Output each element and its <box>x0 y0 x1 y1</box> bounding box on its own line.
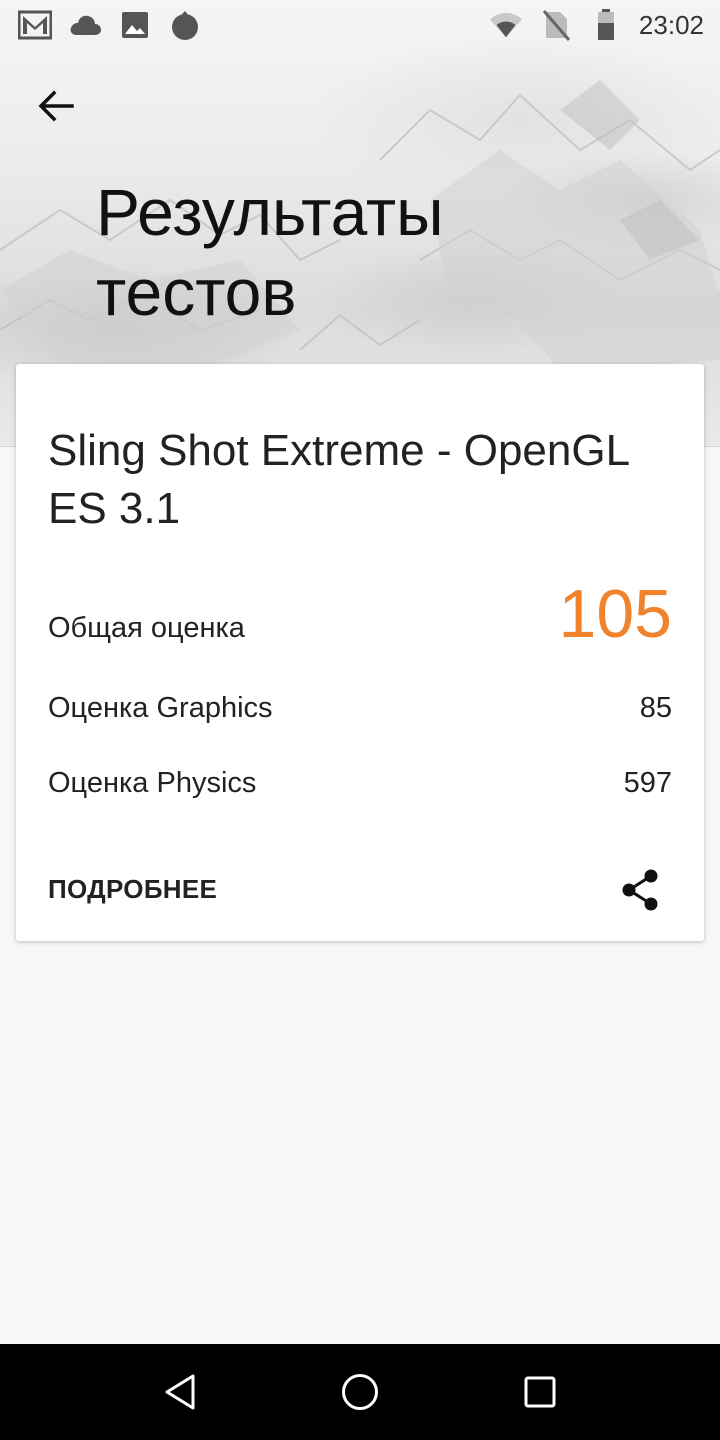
recents-square-icon <box>524 1376 556 1408</box>
no-sim-icon <box>539 8 573 42</box>
status-time: 23:02 <box>638 9 704 40</box>
battery-icon <box>589 8 623 42</box>
nav-recents-button[interactable] <box>516 1368 564 1416</box>
page-title: Результаты тестов <box>96 172 616 332</box>
nav-back-button[interactable] <box>156 1368 204 1416</box>
wifi-icon <box>489 8 523 42</box>
home-circle-icon <box>342 1374 378 1410</box>
physics-score-row: Оценка Physics 597 <box>48 767 672 800</box>
nav-home-button[interactable] <box>336 1368 384 1416</box>
overall-score-label: Общая оценка <box>48 612 245 644</box>
test-name: Sling Shot Extreme - OpenGL ES 3.1 <box>48 426 629 533</box>
navigation-bar <box>0 1344 720 1440</box>
more-details-button[interactable]: ПОДРОБНЕЕ <box>48 874 217 905</box>
physics-score-value: 597 <box>623 767 672 799</box>
graphics-score-value: 85 <box>639 692 672 724</box>
gmail-icon <box>18 8 52 42</box>
page-title-line1: Результаты <box>96 175 444 249</box>
graphics-score-label: Оценка Graphics <box>48 692 273 724</box>
status-bar: 23:02 <box>0 0 720 50</box>
flame-icon <box>168 8 202 42</box>
cloud-icon <box>68 8 102 42</box>
overall-score-value: 105 <box>558 576 672 652</box>
arrow-back-icon <box>38 90 74 122</box>
back-triangle-icon <box>165 1374 195 1410</box>
image-icon <box>118 8 152 42</box>
back-button[interactable] <box>30 80 82 132</box>
physics-score-label: Оценка Physics <box>48 767 257 799</box>
share-button[interactable] <box>616 866 664 914</box>
graphics-score-row: Оценка Graphics 85 <box>48 692 672 725</box>
overall-score-row: Общая оценка 105 <box>48 576 672 652</box>
result-card: Sling Shot Extreme - OpenGL ES 3.1 Общая… <box>16 364 704 941</box>
page-title-line2: тестов <box>96 255 297 329</box>
share-icon <box>622 869 658 911</box>
